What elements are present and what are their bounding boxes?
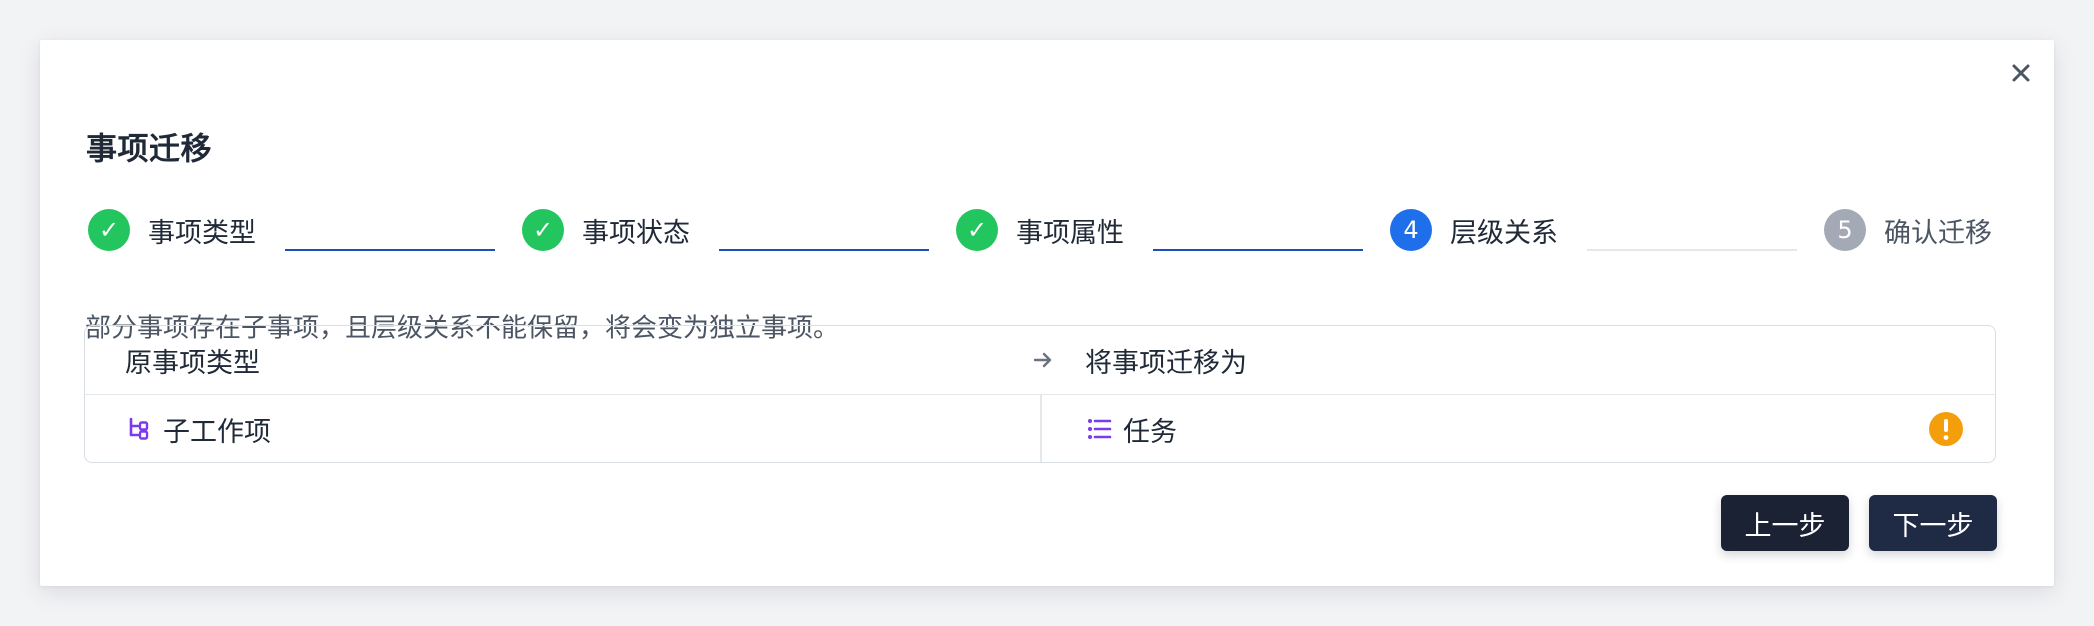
check-icon: ✓ <box>956 209 998 251</box>
source-type-label: 子工作项 <box>163 416 271 448</box>
step-label: 事项属性 <box>1016 217 1124 249</box>
check-icon: ✓ <box>522 209 564 251</box>
subtask-icon <box>129 417 149 440</box>
table-row: 子工作项 任务 <box>85 395 1995 463</box>
dialog-title: 事项迁移 <box>86 131 212 168</box>
source-type-cell: 子工作项 <box>125 410 271 449</box>
step-number-badge: 5 <box>1824 209 1866 251</box>
step-label: 事项类型 <box>148 217 256 249</box>
type-mapping-table: 原事项类型 将事项迁移为 子工作项 任务 <box>84 325 1996 463</box>
step-number-badge: 4 <box>1390 209 1432 251</box>
step-item-confirm: 5 确认迁移 <box>1824 208 1992 252</box>
header-source-type: 原事项类型 <box>125 347 260 379</box>
migration-dialog: 事项迁移 ✓ 事项类型 ✓ 事项状态 ✓ 事项属性 4 层级关系 5 确认迁移 … <box>40 40 2054 586</box>
previous-step-button[interactable]: 上一步 <box>1721 495 1849 551</box>
screen-backdrop: 事项迁移 ✓ 事项类型 ✓ 事项状态 ✓ 事项属性 4 层级关系 5 确认迁移 … <box>0 0 2094 626</box>
step-label: 层级关系 <box>1450 217 1558 249</box>
check-icon: ✓ <box>88 209 130 251</box>
step-label: 事项状态 <box>582 217 690 249</box>
step-item-status: ✓ 事项状态 <box>522 208 690 252</box>
warning-icon[interactable] <box>1929 412 1963 446</box>
header-target-type: 将事项迁移为 <box>1085 347 1247 379</box>
arrow-right-icon <box>1033 352 1052 368</box>
step-label: 确认迁移 <box>1884 217 1992 249</box>
exclamation-icon <box>1943 419 1949 440</box>
step-item-attributes: ✓ 事项属性 <box>956 208 1124 252</box>
step-connector <box>719 249 929 251</box>
step-item-type: ✓ 事项类型 <box>88 208 256 252</box>
list-icon <box>1088 419 1112 439</box>
close-icon <box>2012 64 2030 82</box>
close-button[interactable] <box>2004 56 2038 90</box>
step-connector <box>1153 249 1363 251</box>
next-step-button[interactable]: 下一步 <box>1869 495 1997 551</box>
step-item-hierarchy: 4 层级关系 <box>1390 208 1558 252</box>
target-type-cell[interactable]: 任务 <box>1085 410 1177 449</box>
target-type-label: 任务 <box>1123 416 1177 448</box>
step-connector <box>285 249 495 251</box>
table-header: 原事项类型 将事项迁移为 <box>85 326 1995 395</box>
step-connector <box>1587 249 1797 251</box>
